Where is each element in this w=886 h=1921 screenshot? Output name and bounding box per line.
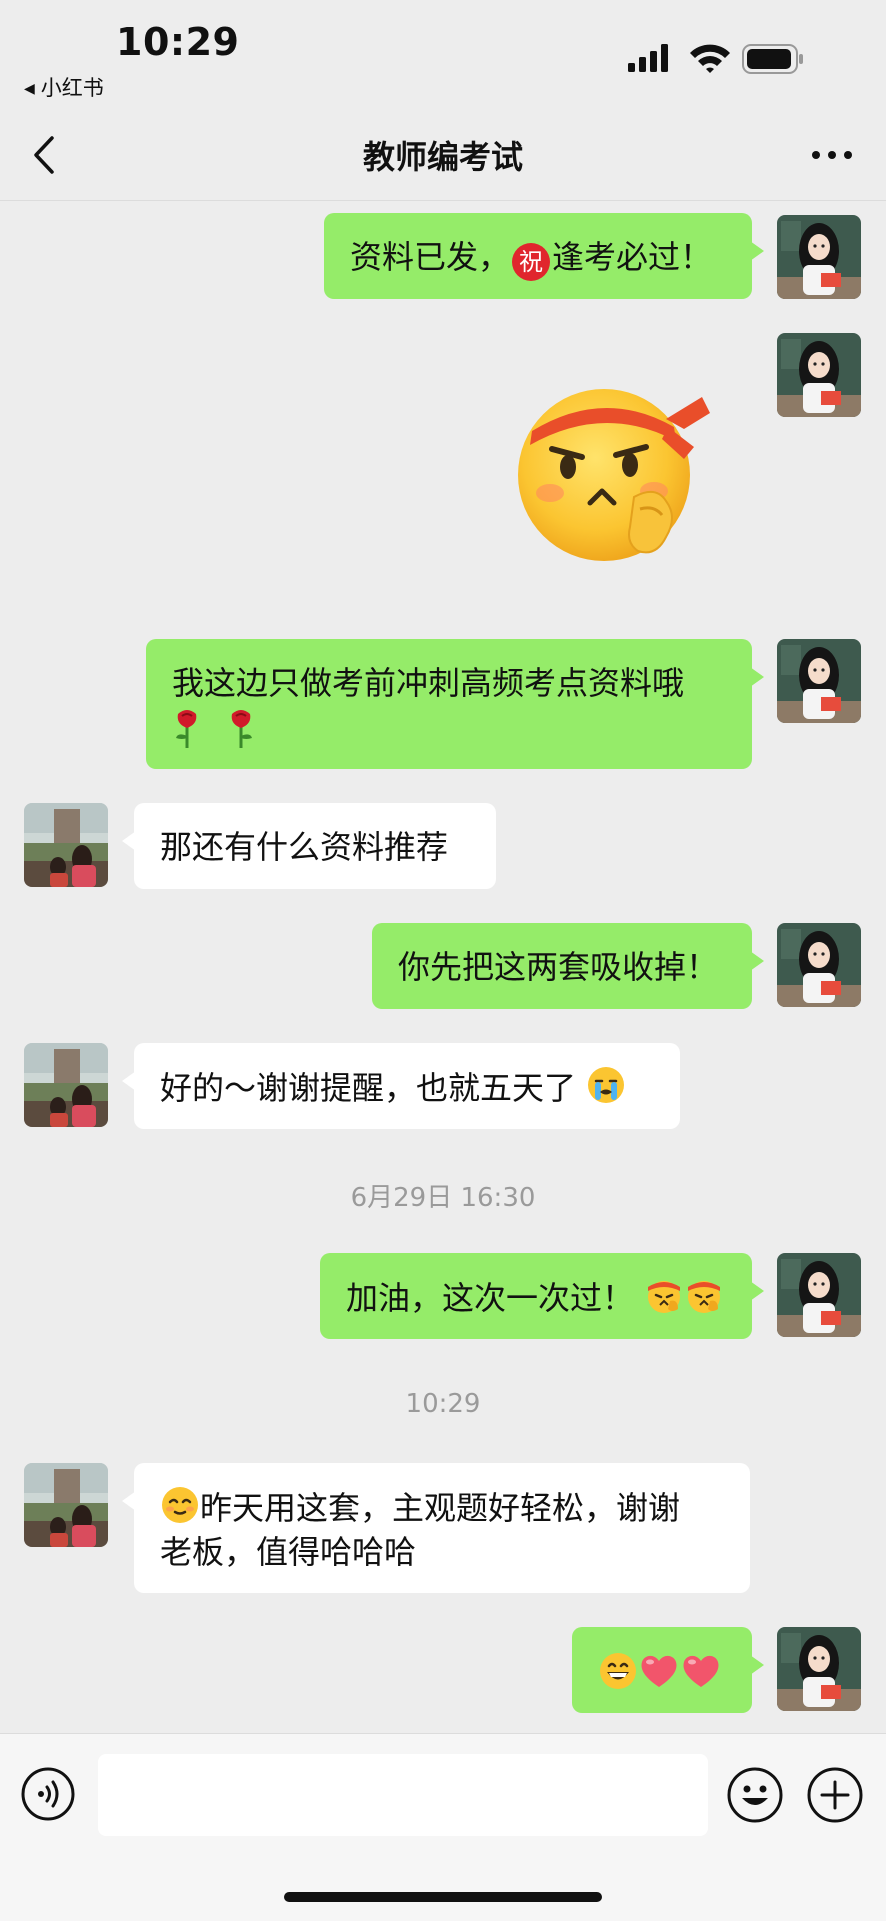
salute-emoji-icon	[648, 1281, 681, 1313]
message-bubble-other[interactable]: 那还有什么资料推荐	[122, 803, 496, 889]
status-bar: 10:29 ◀ 小红书	[0, 0, 886, 110]
contact-avatar[interactable]	[24, 1463, 108, 1547]
back-triangle-icon: ◀	[24, 81, 35, 97]
message-bubble-other[interactable]: 好的～谢谢提醒，也就五天了	[122, 1043, 680, 1129]
message-text: 逢考必过！	[552, 238, 713, 276]
message-text: 我这边只做考前冲刺高频考点资料哦	[172, 664, 685, 702]
smirk-emoji-icon	[162, 1487, 198, 1523]
plus-icon[interactable]	[806, 1766, 864, 1824]
chat-title: 教师编考试	[362, 138, 523, 176]
my-avatar[interactable]	[777, 923, 861, 1007]
voice-icon[interactable]	[20, 1766, 76, 1822]
message-text: 你先把这两套吸收掉！	[398, 948, 719, 986]
my-avatar[interactable]	[777, 1253, 861, 1337]
signal-icon	[628, 44, 668, 72]
message-input[interactable]	[98, 1754, 708, 1836]
message-line: 昨天用这套，主观题好轻松，谢谢	[160, 1485, 724, 1530]
chat-header: 教师编考试	[0, 110, 886, 201]
salute-emoji-icon	[688, 1281, 721, 1313]
chat-area[interactable]: 资料已发，祝逢考必过！ 我这边只做考前冲刺高频考点资料哦 那还有什么资料推荐 你…	[0, 201, 886, 1733]
contact-avatar[interactable]	[24, 803, 108, 887]
rose-emoji-icon	[231, 710, 253, 748]
message-bubble-me[interactable]: 加油，这次一次过！	[320, 1253, 764, 1339]
wifi-icon	[690, 44, 730, 73]
emoji-icon[interactable]	[726, 1766, 784, 1824]
contact-avatar[interactable]	[24, 1043, 108, 1127]
more-dots-icon[interactable]	[808, 140, 856, 170]
message-bubble-other[interactable]: 昨天用这套，主观题好轻松，谢谢 老板，值得哈哈哈	[122, 1463, 750, 1593]
battery-icon	[742, 44, 803, 74]
message-text: 资料已发，	[350, 238, 511, 276]
crying-emoji-icon	[588, 1067, 625, 1103]
message-bubble-me[interactable]: 资料已发，祝逢考必过！	[324, 213, 764, 299]
my-avatar[interactable]	[777, 215, 861, 299]
message-input-bar	[0, 1733, 886, 1921]
message-bubble-me[interactable]: 你先把这两套吸收掉！	[372, 923, 764, 1009]
message-bubble-me[interactable]	[572, 1627, 764, 1713]
timestamp: 10:29	[405, 1389, 481, 1419]
my-avatar[interactable]	[777, 639, 861, 723]
rose-emoji-row	[172, 705, 726, 749]
determined-face-sticker[interactable]	[506, 367, 716, 563]
back-to-app-link[interactable]: ◀ 小红书	[24, 72, 104, 102]
blessing-emoji-icon: 祝	[512, 243, 551, 281]
message-text: 昨天用这套，主观题好轻松，谢谢	[200, 1489, 681, 1527]
grin-emoji-icon	[600, 1653, 636, 1689]
heart-emoji-icon	[683, 1655, 719, 1687]
heart-emoji-icon	[641, 1655, 677, 1687]
my-avatar[interactable]	[777, 333, 861, 417]
timestamp: 6月29日 16:30	[350, 1183, 536, 1213]
message-text: 好的～谢谢提醒，也就五天了	[160, 1069, 577, 1107]
message-text: 那还有什么资料推荐	[160, 828, 449, 866]
message-text: 老板，值得哈哈哈	[160, 1533, 417, 1571]
my-avatar[interactable]	[777, 1627, 861, 1711]
message-text: 加油，这次一次过！	[346, 1279, 635, 1317]
status-time: 10:29	[116, 20, 240, 64]
back-app-label: 小红书	[40, 76, 104, 100]
message-bubble-me[interactable]: 我这边只做考前冲刺高频考点资料哦	[146, 639, 764, 769]
rose-emoji-icon	[176, 710, 197, 748]
home-indicator	[284, 1892, 602, 1902]
